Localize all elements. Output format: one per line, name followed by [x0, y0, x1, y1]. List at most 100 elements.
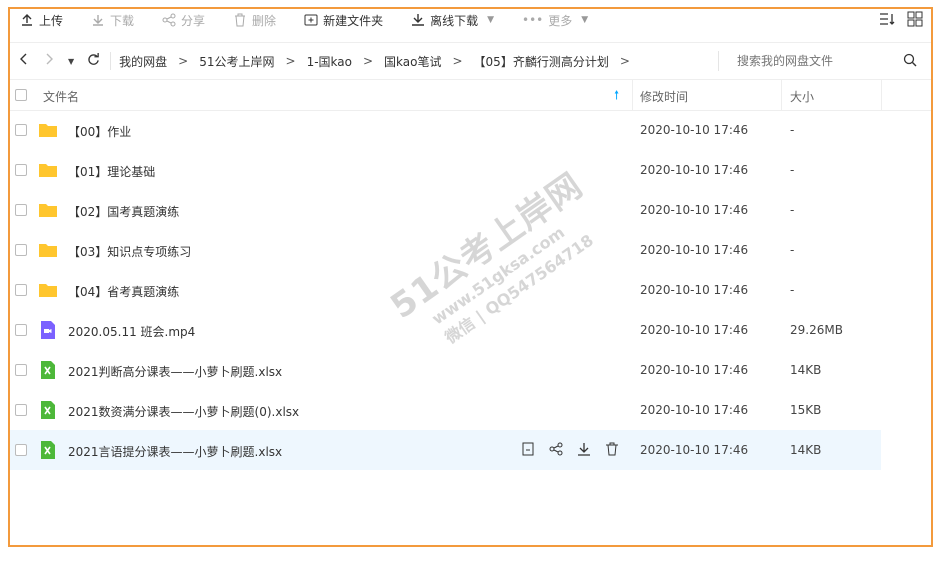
row-checkbox[interactable] [15, 204, 27, 216]
table-row[interactable]: 2021言语提分课表——小萝卜刷题.xlsx 2020-10-10 17:46 14… [10, 430, 881, 470]
download-label: 下载 [110, 13, 135, 28]
copy-link-icon[interactable] [520, 441, 536, 457]
file-size: - [790, 283, 795, 297]
column-divider[interactable] [781, 80, 782, 110]
folder-icon [38, 240, 58, 260]
table-row[interactable]: 【00】作业 2020-10-10 17:46 - [10, 110, 881, 150]
new-folder-icon [304, 14, 318, 26]
file-size: - [790, 163, 795, 177]
offline-download-button[interactable]: 离线下载 ▼ [411, 12, 494, 29]
sort-up-icon[interactable]: 🠕 [614, 86, 619, 107]
share-icon [162, 13, 176, 27]
row-checkbox[interactable] [15, 124, 27, 136]
share-icon[interactable] [548, 441, 564, 457]
row-checkbox[interactable] [15, 164, 27, 176]
breadcrumb-item[interactable]: 51公考上岸网 [199, 53, 274, 70]
row-checkbox[interactable] [15, 364, 27, 376]
table-row[interactable]: 【04】省考真题演练 2020-10-10 17:46 - [10, 270, 881, 310]
divider [110, 52, 112, 70]
file-list: 【00】作业 2020-10-10 17:46 - 【01】理论基础 2020-10-1… [10, 110, 881, 470]
file-name[interactable]: 2021数资满分课表——小萝卜刷题(0).xlsx [68, 403, 299, 420]
upload-icon [22, 14, 32, 26]
file-name[interactable]: 【03】知识点专项练习 [68, 243, 191, 260]
upload-button[interactable]: 上传 [20, 12, 63, 29]
modified-time: 2020-10-10 17:46 [640, 203, 749, 217]
chevron-right-icon[interactable]: > [620, 54, 630, 68]
folder-icon [38, 280, 58, 300]
table-row[interactable]: 【01】理论基础 2020-10-10 17:46 - [10, 150, 881, 190]
trash-icon[interactable] [604, 441, 620, 457]
breadcrumb-item[interactable]: 【05】齐麟行测高分计划 [474, 53, 609, 70]
folder-icon [38, 120, 58, 140]
offline-download-label: 离线下载 [430, 13, 479, 28]
search-box [718, 51, 919, 71]
table-row[interactable]: 2021数资满分课表——小萝卜刷题(0).xlsx 2020-10-10 17:4… [10, 390, 881, 430]
breadcrumb-item[interactable]: 我的网盘 [119, 53, 167, 70]
column-header-size[interactable]: 大小 [790, 88, 814, 105]
chevron-down-icon[interactable]: ▼ [487, 15, 494, 25]
file-size: 15KB [790, 403, 822, 417]
share-label: 分享 [181, 13, 206, 28]
modified-time: 2020-10-10 17:46 [640, 363, 749, 377]
file-size: - [790, 123, 795, 137]
file-name[interactable]: 【00】作业 [68, 123, 131, 140]
column-header-time[interactable]: 修改时间 [640, 88, 688, 105]
file-name[interactable]: 2021言语提分课表——小萝卜刷题.xlsx [68, 443, 282, 460]
table-row[interactable]: 【02】国考真题演练 2020-10-10 17:46 - [10, 190, 881, 230]
back-icon[interactable] [18, 53, 30, 69]
trash-icon [235, 13, 246, 27]
file-size: 14KB [790, 363, 822, 377]
table-row[interactable]: 【03】知识点专项练习 2020-10-10 17:46 - [10, 230, 881, 270]
search-icon[interactable] [903, 53, 917, 70]
share-button[interactable]: 分享 [162, 12, 205, 29]
download-button[interactable]: 下载 [91, 12, 134, 29]
more-label: 更多 [548, 13, 573, 28]
modified-time: 2020-10-10 17:46 [640, 283, 749, 297]
download-icon[interactable] [576, 441, 592, 457]
file-name[interactable]: 【04】省考真题演练 [68, 283, 179, 300]
row-checkbox[interactable] [15, 444, 27, 456]
select-all-checkbox[interactable] [15, 89, 27, 101]
row-actions [520, 441, 620, 457]
table-row[interactable]: 2020.05.11 班会.mp4 2020-10-10 17:46 29.26MB [10, 310, 881, 350]
column-divider[interactable] [632, 80, 633, 110]
row-checkbox[interactable] [15, 244, 27, 256]
view-toggles [879, 11, 923, 27]
column-header-name[interactable]: 文件名 [43, 88, 79, 105]
modified-time: 2020-10-10 17:46 [640, 243, 749, 257]
breadcrumb-item[interactable]: 国kao笔试 [384, 53, 441, 70]
file-size: - [790, 203, 795, 217]
more-dots-icon: ••• [522, 13, 544, 27]
row-checkbox[interactable] [15, 404, 27, 416]
chevron-down-icon[interactable]: ▼ [581, 15, 588, 25]
modified-time: 2020-10-10 17:46 [640, 123, 749, 137]
more-button[interactable]: ••• 更多 ▼ [522, 12, 588, 29]
forward-icon[interactable] [43, 53, 55, 69]
grid-view-icon[interactable] [907, 11, 923, 27]
excel-file-icon [38, 400, 58, 420]
refresh-icon[interactable] [87, 52, 100, 70]
file-name[interactable]: 2020.05.11 班会.mp4 [68, 323, 195, 340]
delete-button[interactable]: 删除 [233, 12, 276, 29]
row-checkbox[interactable] [15, 284, 27, 296]
video-file-icon [38, 320, 58, 340]
table-row[interactable]: 2021判断高分课表——小萝卜刷题.xlsx 2020-10-10 17:46 14… [10, 350, 881, 390]
excel-file-icon [38, 360, 58, 380]
modified-time: 2020-10-10 17:46 [640, 323, 749, 337]
file-name[interactable]: 【02】国考真题演练 [68, 203, 179, 220]
file-size: 29.26MB [790, 323, 843, 337]
history-dropdown-icon[interactable]: ▼ [68, 57, 74, 66]
file-name[interactable]: 【01】理论基础 [68, 163, 155, 180]
row-checkbox[interactable] [15, 324, 27, 336]
toolbar: 上传 下载 分享 删除 新建文件夹 离线下载 ▼ ••• 更多 ▼ [10, 8, 931, 32]
column-divider[interactable] [881, 80, 882, 110]
modified-time: 2020-10-10 17:46 [640, 443, 749, 457]
search-input[interactable] [735, 53, 904, 69]
table-header: 文件名 🠕 修改时间 大小 [10, 80, 931, 111]
breadcrumb-item[interactable]: 1-国kao [307, 53, 352, 70]
file-size: 14KB [790, 443, 822, 457]
chevron-right-icon: > [285, 54, 296, 68]
sort-list-icon[interactable] [879, 11, 895, 27]
file-name[interactable]: 2021判断高分课表——小萝卜刷题.xlsx [68, 363, 282, 380]
new-folder-button[interactable]: 新建文件夹 [304, 12, 383, 29]
